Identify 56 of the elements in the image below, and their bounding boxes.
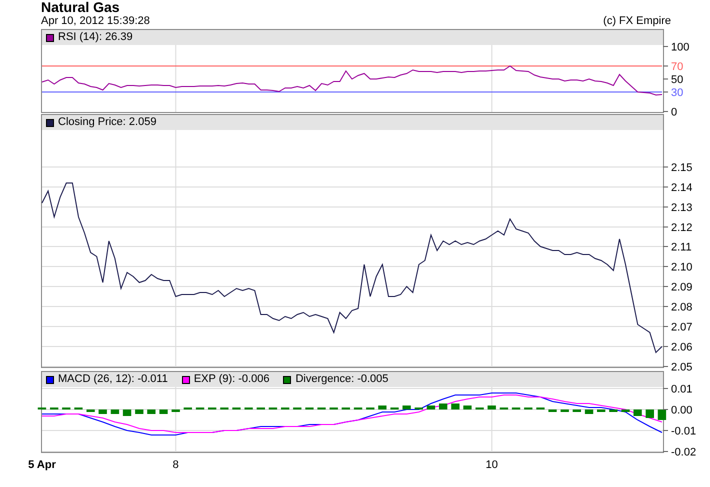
axis-label: 2.06 [671, 342, 692, 354]
axis-label: -0.02 [671, 446, 696, 458]
legend-label: RSI (14): 26.39 [58, 31, 133, 44]
histogram-bar [378, 406, 386, 410]
axis-label: 2.05 [671, 362, 692, 374]
histogram-bar [147, 410, 156, 414]
histogram-bar [463, 406, 472, 410]
histogram-bar [646, 410, 654, 418]
histogram-bar [86, 410, 95, 412]
histogram-bar [584, 410, 594, 414]
histogram-bar [609, 410, 618, 412]
legend-label: EXP (9): -0.006 [194, 373, 270, 386]
axis-label: 0 [671, 106, 678, 118]
chart-title: Natural Gas [41, 0, 121, 15]
axis-label: 8 [172, 459, 179, 471]
axis-label: 2.13 [671, 202, 692, 214]
histogram-bar [135, 410, 144, 414]
histogram-bar [98, 410, 107, 414]
histogram-bar [451, 404, 460, 410]
axis-label: 10 [486, 459, 498, 471]
histogram-bar [634, 410, 642, 416]
axis-label: 0.01 [671, 384, 692, 396]
histogram-bar [488, 406, 496, 410]
axis-label: 2.11 [671, 242, 692, 254]
axis-label: 2.08 [671, 302, 692, 314]
axis-label: 2.15 [671, 162, 692, 174]
legend-label: Divergence: -0.005 [295, 373, 388, 386]
histogram-bar [159, 410, 168, 414]
histogram-bar [402, 406, 411, 410]
histogram-bar [110, 410, 120, 414]
histogram-bar [597, 410, 606, 412]
copyright-notice: (c) FX Empire [603, 15, 671, 28]
axis-label: 70 [671, 61, 684, 73]
axis-label: 30 [671, 87, 684, 99]
histogram-bar [621, 410, 630, 412]
axis-ticks [662, 46, 668, 112]
axis-label: 2.10 [671, 262, 692, 274]
histogram-bar [439, 404, 448, 410]
axis-label: 2.14 [671, 182, 692, 194]
histogram-bar [548, 410, 557, 412]
timestamp: Apr 10, 2012 15:39:28 [41, 15, 150, 28]
axis-label: 50 [671, 74, 684, 86]
histogram-bar [426, 406, 436, 410]
axis-label: 5 Apr [28, 459, 56, 471]
histogram-bar [560, 410, 569, 412]
histogram-bar [172, 410, 180, 412]
axis-label: -0.01 [671, 426, 696, 438]
histogram-bar [572, 410, 581, 412]
axis-label: 2.07 [671, 322, 692, 334]
axis-label: 100 [671, 42, 690, 54]
axis-label: 0.00 [671, 404, 692, 416]
legend-label: Closing Price: 2.059 [58, 116, 156, 129]
axis-label: 2.12 [671, 222, 692, 234]
legend-label: MACD (26, 12): -0.011 [58, 373, 168, 386]
axis-ticks [662, 388, 668, 452]
axis-label: 2.09 [671, 282, 692, 294]
